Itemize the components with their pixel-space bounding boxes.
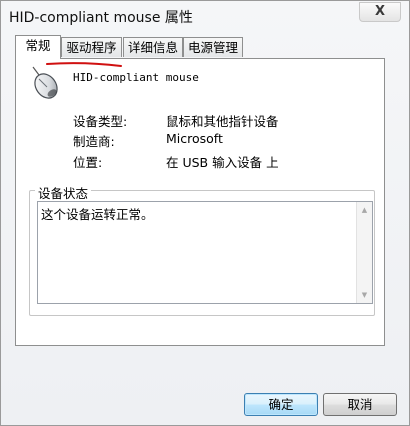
window-title: HID-compliant mouse 属性 [9, 10, 193, 26]
ok-button[interactable]: 确定 [244, 393, 318, 416]
title-bar[interactable]: HID-compliant mouse 属性 X [1, 1, 409, 31]
tab-driver[interactable]: 驱动程序 [61, 37, 122, 57]
close-button[interactable]: X [359, 2, 401, 22]
device-status-textbox[interactable]: 这个设备运转正常。 ▲ ▼ [37, 201, 373, 304]
close-icon: X [374, 4, 386, 19]
manufacturer-label: 制造商: [73, 134, 115, 149]
device-type-label: 设备类型: [73, 114, 128, 129]
device-status-label: 设备状态 [35, 183, 92, 202]
device-name: HID-compliant mouse [73, 71, 199, 84]
status-scrollbar[interactable]: ▲ ▼ [356, 202, 372, 303]
location-label: 位置: [73, 155, 103, 170]
scroll-up-icon[interactable]: ▲ [357, 202, 372, 218]
device-status-text: 这个设备运转正常。 [41, 207, 154, 222]
tab-general[interactable]: 常规 [15, 35, 61, 59]
manufacturer-value: Microsoft [166, 131, 223, 146]
tab-details[interactable]: 详细信息 [123, 37, 183, 57]
tab-label: 驱动程序 [66, 40, 117, 55]
mouse-icon [32, 66, 58, 99]
scroll-down-icon[interactable]: ▼ [357, 287, 372, 303]
properties-dialog: HID-compliant mouse 属性 X 常规 驱动程序 详细信息 电源… [0, 0, 410, 426]
tab-label: 常规 [25, 38, 51, 53]
device-type-value: 鼠标和其他指针设备 [166, 114, 279, 129]
cancel-button[interactable]: 取消 [323, 393, 397, 416]
tab-label: 详细信息 [127, 40, 178, 55]
location-value: 在 USB 输入设备 上 [166, 155, 279, 170]
tab-label: 电源管理 [187, 40, 238, 55]
tab-power-management[interactable]: 电源管理 [183, 37, 243, 57]
